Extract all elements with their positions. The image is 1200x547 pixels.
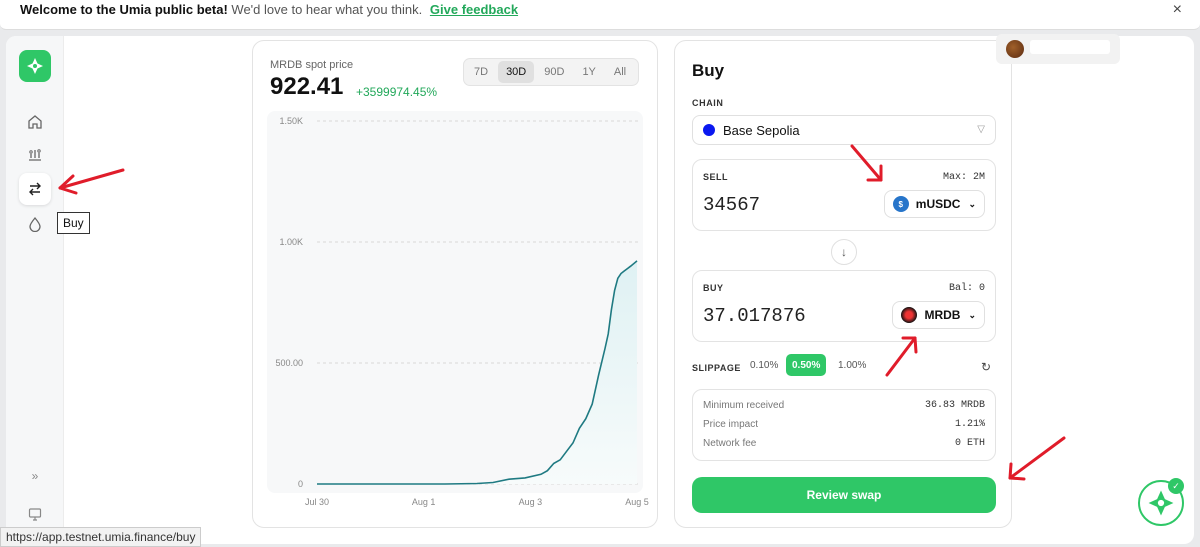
y-tick-label: 500.00 <box>275 358 303 368</box>
swap-icon[interactable] <box>19 173 51 205</box>
app-window: » Buy MRDB spot price 922.41 +3599974.45… <box>6 36 1194 544</box>
y-tick-label: 0 <box>298 479 303 489</box>
account-button[interactable] <box>996 34 1120 64</box>
mrdb-icon <box>901 307 918 323</box>
range-all-button[interactable]: All <box>606 61 634 83</box>
y-tick-label: 1.50K <box>279 116 303 126</box>
summary-row: Minimum received 36.83 MRDB <box>703 400 985 414</box>
monitor-icon[interactable] <box>19 498 51 530</box>
sell-token-label: mUSDC <box>915 197 961 211</box>
check-badge-icon: ✓ <box>1168 478 1184 494</box>
buy-label: BUY <box>703 283 724 293</box>
review-swap-button[interactable]: Review swap <box>692 477 996 513</box>
price-chart-card: MRDB spot price 922.41 +3599974.45% 7D 3… <box>252 40 658 528</box>
buy-balance: Bal: 0 <box>948 283 985 294</box>
buy-card: Buy CHAIN Base Sepolia ▽ SELL Max: 2M 34… <box>674 40 1012 528</box>
logo-icon <box>27 58 43 74</box>
buy-token-select[interactable]: MRDB ⌄ <box>892 301 985 329</box>
buy-token-label: MRDB <box>924 308 961 322</box>
slippage-label: SLIPPAGE <box>692 363 741 373</box>
summary-row: Network fee 0 ETH <box>703 438 985 452</box>
home-icon[interactable] <box>19 106 51 138</box>
chain-dot-icon <box>703 124 715 136</box>
usdc-icon: $ <box>892 196 909 212</box>
chevron-down-icon: ▽ <box>977 124 985 135</box>
range-90d-button[interactable]: 90D <box>536 61 572 83</box>
beta-banner: Welcome to the Umia public beta! We'd lo… <box>0 0 1200 30</box>
give-feedback-link[interactable]: Give feedback <box>430 2 518 17</box>
banner-title: Welcome to the Umia public beta! <box>20 2 228 17</box>
chain-label: CHAIN <box>692 98 724 108</box>
range-1y-button[interactable]: 1Y <box>574 61 603 83</box>
sell-max[interactable]: Max: 2M <box>943 172 985 183</box>
x-tick-label: Aug 3 <box>519 497 543 507</box>
buy-amount-output[interactable]: 37.017876 <box>703 305 806 327</box>
range-7d-button[interactable]: 7D <box>466 61 496 83</box>
chain-value: Base Sepolia <box>723 122 800 138</box>
buy-tooltip: Buy <box>57 212 90 234</box>
buy-title: Buy <box>692 61 725 80</box>
avatar <box>1006 40 1024 58</box>
time-range-selector: 7D 30D 90D 1Y All <box>463 58 640 86</box>
expand-icon[interactable]: » <box>19 460 51 492</box>
refresh-icon[interactable]: ↻ <box>981 360 991 374</box>
summary-key: Network fee <box>703 438 757 449</box>
summary-value: 36.83 MRDB <box>924 400 985 411</box>
spot-price-value: 922.41 <box>270 73 344 100</box>
sell-token-select[interactable]: $ mUSDC ⌄ <box>883 190 985 218</box>
portfolio-icon[interactable] <box>19 138 51 170</box>
chevron-down-icon: ⌄ <box>968 309 976 320</box>
summary-row: Price impact 1.21% <box>703 419 985 433</box>
summary-key: Price impact <box>703 419 759 430</box>
drop-icon[interactable] <box>19 208 51 240</box>
chevron-down-icon: ⌄ <box>968 198 976 209</box>
x-tick-label: Aug 1 <box>412 497 436 507</box>
slippage-option-0-50[interactable]: 0.50% <box>786 354 827 376</box>
slippage-option-0-10[interactable]: 0.10% <box>744 354 784 376</box>
buy-box: BUY Bal: 0 37.017876 MRDB ⌄ <box>692 270 996 342</box>
x-tick-label: Aug 5 <box>625 497 649 507</box>
chain-select[interactable]: Base Sepolia ▽ <box>692 115 996 145</box>
price-chart: 0 500.00 1.00K 1.50K Jul 30 Aug 1 Aug 3 Aug 5 <box>267 111 649 507</box>
sell-label: SELL <box>703 172 729 182</box>
spot-price-label: MRDB spot price <box>270 59 354 71</box>
umia-logo[interactable] <box>19 50 51 82</box>
help-logo-icon <box>1148 490 1174 516</box>
y-tick-label: 1.00K <box>279 237 303 247</box>
close-banner-icon[interactable]: × <box>1173 1 1182 19</box>
swap-direction-icon[interactable]: ↓ <box>831 239 857 265</box>
x-tick-label: Jul 30 <box>305 497 329 507</box>
sidebar: » <box>6 36 64 544</box>
sell-amount-input[interactable]: 34567 <box>703 194 760 216</box>
banner-subtitle: We'd love to hear what you think. <box>231 2 423 17</box>
summary-key: Minimum received <box>703 400 785 411</box>
summary-value: 1.21% <box>954 419 985 430</box>
account-name-redacted <box>1030 40 1110 54</box>
range-30d-button[interactable]: 30D <box>498 61 535 83</box>
banner-text: Welcome to the Umia public beta! We'd lo… <box>20 2 518 18</box>
status-url: https://app.testnet.umia.finance/buy <box>0 527 202 547</box>
summary-value: 0 ETH <box>954 438 985 449</box>
swap-summary: Minimum received 36.83 MRDB Price impact… <box>692 389 996 461</box>
spot-price-change: +3599974.45% <box>356 85 438 99</box>
slippage-option-1-00[interactable]: 1.00% <box>832 354 872 376</box>
sell-box: SELL Max: 2M 34567 $ mUSDC ⌄ <box>692 159 996 231</box>
